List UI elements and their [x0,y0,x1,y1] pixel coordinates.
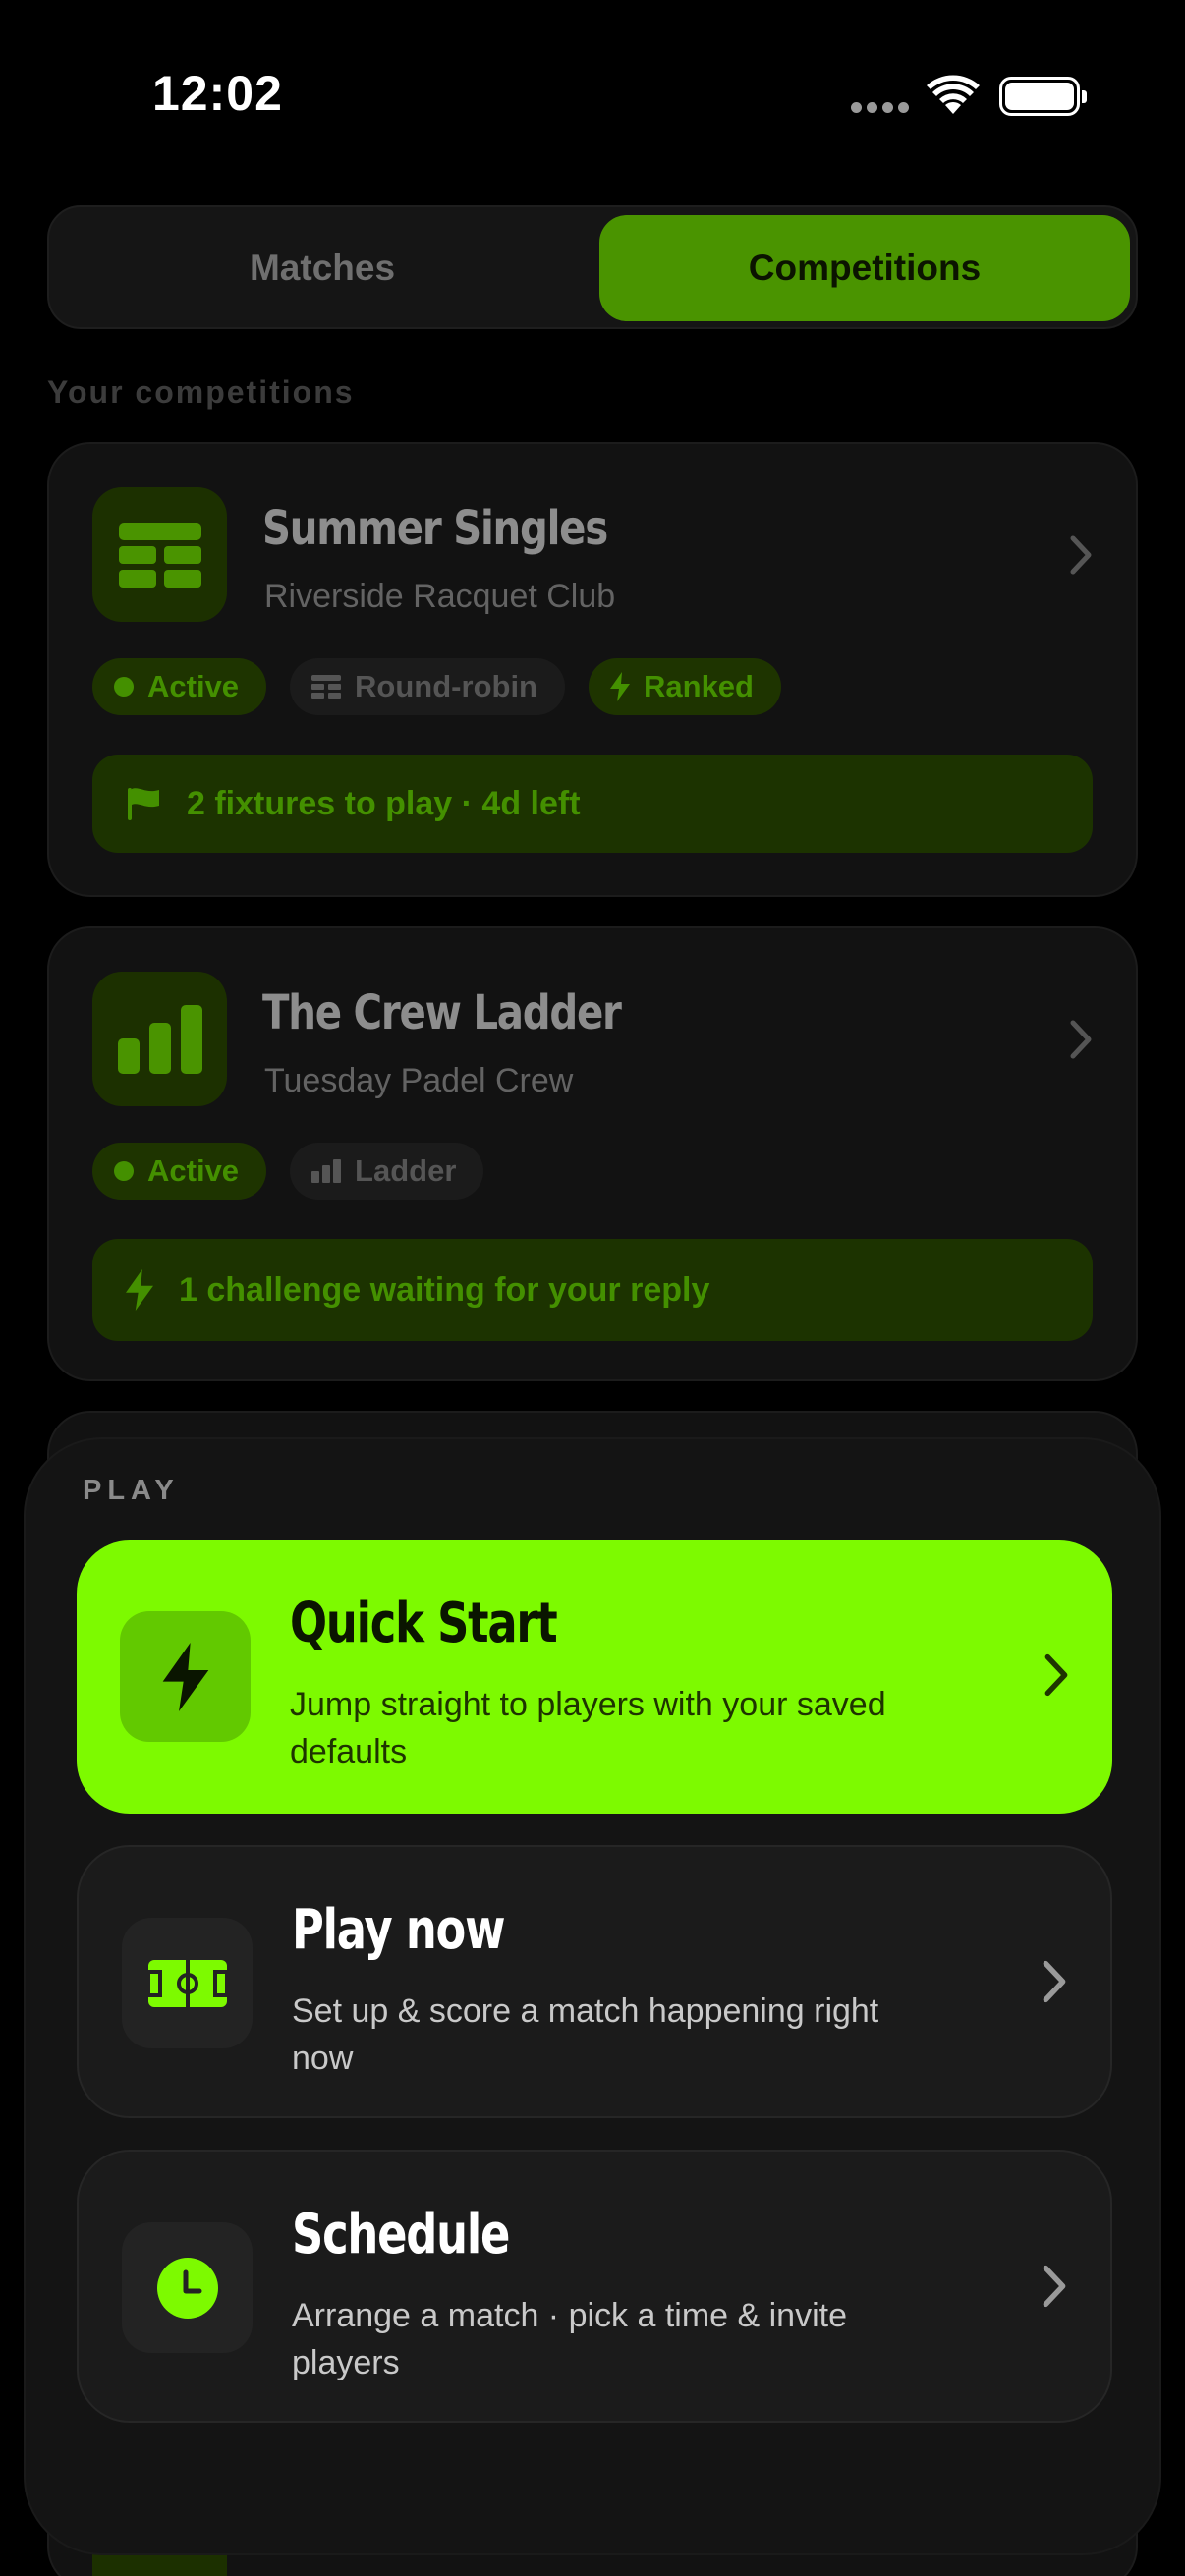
court-icon [122,1918,253,2048]
grid-icon [92,487,227,622]
option-title: Play now [292,1898,506,1962]
play-sheet: PLAY Quick Start Jump straight to player… [24,1437,1161,2555]
format-chip: Ladder [290,1143,484,1200]
option-description: Arrange a match · pick a time & invite p… [292,2297,848,2381]
option-title: Schedule [292,2203,510,2267]
status-chip-active: Active [92,1143,267,1200]
banner-text: 2 fixtures to play · 4d left [187,784,581,822]
view-segmented-control: Matches Competitions [47,205,1138,329]
ranked-chip: Ranked [589,658,781,715]
chevron-right-icon [1044,1653,1068,1697]
status-chip-active: Active [92,658,267,715]
bolt-icon [610,672,630,701]
competition-name: The Crew Ladder [262,985,622,1040]
schedule-button[interactable]: Schedule Arrange a match · pick a time &… [77,2150,1112,2423]
option-title: Quick Start [290,1592,558,1655]
chevron-right-icon [1070,535,1092,575]
active-dot-icon [114,677,134,697]
clock-icon [122,2222,253,2353]
option-description: Set up & score a match happening right n… [292,1992,879,2077]
competition-club: Tuesday Padel Crew [264,1062,574,1099]
competition-card[interactable]: Summer Singles Riverside Racquet Club Ac… [47,442,1138,897]
section-label: Your competitions [47,374,355,410]
bolt-icon [120,1611,251,1742]
competition-name: Summer Singles [262,501,608,556]
status-bar: 12:02 [0,0,1185,196]
tab-matches[interactable]: Matches [57,215,588,321]
chevron-right-icon [1043,2265,1066,2308]
banner-text: 1 challenge waiting for your reply [179,1270,710,1309]
flag-icon [128,788,159,820]
sheet-label: PLAY [83,1475,180,1506]
table-icon [311,675,342,699]
play-now-button[interactable]: Play now Set up & score a match happenin… [77,1845,1112,2118]
quick-start-button[interactable]: Quick Start Jump straight to players wit… [77,1540,1112,1814]
tab-competitions[interactable]: Competitions [599,215,1130,321]
competition-club: Riverside Racquet Club [264,578,616,615]
fixtures-banner[interactable]: 2 fixtures to play · 4d left [92,755,1093,853]
bar-chart-icon [311,1159,342,1183]
challenge-banner[interactable]: 1 challenge waiting for your reply [92,1239,1093,1341]
wifi-icon [927,75,980,114]
option-description: Jump straight to players with your saved… [290,1686,886,1770]
status-time: 12:02 [152,66,283,121]
format-chip: Round-robin [290,658,565,715]
bolt-icon [126,1269,153,1311]
active-dot-icon [114,1161,134,1181]
chevron-right-icon [1070,1020,1092,1059]
bar-chart-icon [92,972,227,1106]
competition-card[interactable]: The Crew Ladder Tuesday Padel Crew Activ… [47,926,1138,1381]
battery-icon [999,77,1087,116]
chevron-right-icon [1043,1960,1066,2003]
cellular-signal-icon [851,102,909,113]
